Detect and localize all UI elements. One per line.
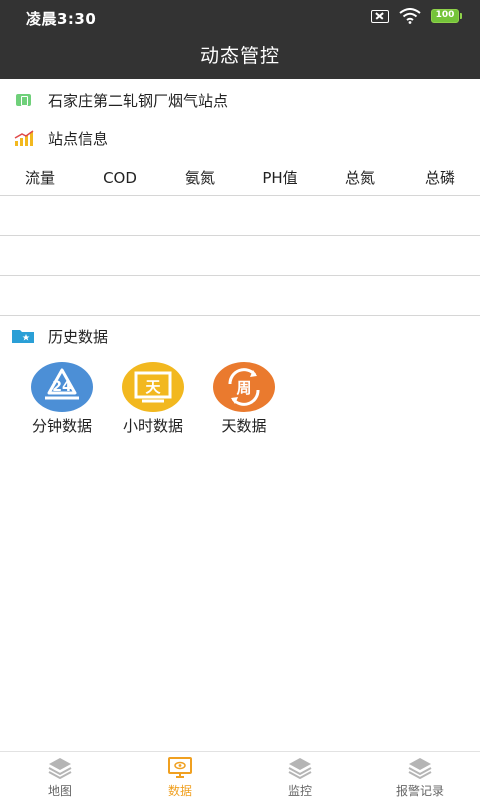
metric-header-flow: 流量 (24, 169, 55, 187)
layers-icon (408, 758, 432, 779)
status-icons: 100 (371, 8, 462, 24)
history-row: 历史数据 (0, 320, 480, 352)
monitor-icon (168, 757, 192, 778)
station-name: 石家庄第二轧钢厂烟气站点 (48, 91, 229, 110)
layers-icon (48, 758, 72, 779)
table-divider (0, 275, 480, 276)
day-data-glyph: 周 (236, 379, 251, 397)
nav-label-monitor: 监控 (287, 784, 312, 798)
folder-icon (12, 330, 34, 343)
history-buttons: 24 分钟数据 天 小时数据 周 天数据 (18, 362, 291, 436)
status-time: 凌晨3:30 (26, 10, 97, 28)
day-data-icon: 周 (213, 362, 275, 412)
battery-tip (460, 13, 462, 19)
nav-item-alarm-records[interactable]: 报警记录 (360, 752, 480, 800)
nav-item-data[interactable]: 数据 (120, 752, 240, 800)
day-data-label: 天数据 (221, 417, 267, 435)
nav-label-data: 数据 (167, 784, 192, 798)
metric-header-total-nitrogen: 总氮 (344, 169, 375, 187)
nav-item-monitor[interactable]: 监控 (240, 752, 360, 800)
table-divider (0, 195, 480, 196)
app-bar: 动态管控 (0, 34, 480, 79)
minute-data-glyph: 24 (52, 379, 72, 395)
day-data-button[interactable]: 周 天数据 (200, 362, 288, 436)
minute-data-icon: 24 (31, 362, 93, 412)
hour-data-icon: 天 (122, 362, 184, 412)
battery-level: 100 (431, 9, 459, 23)
hour-data-glyph: 天 (145, 378, 161, 396)
metrics-header: 流量 COD 氨氮 PH值 总氮 总磷 (0, 162, 480, 194)
metric-header-total-phosphorus: 总磷 (424, 169, 455, 187)
table-divider (0, 315, 480, 316)
bottom-nav: 地图 数据 监控 报警记录 (0, 751, 480, 800)
minute-data-button[interactable]: 24 分钟数据 (18, 362, 106, 436)
nav-item-map[interactable]: 地图 (0, 752, 120, 800)
battery-indicator: 100 (431, 9, 462, 23)
bar-chart-icon (14, 130, 34, 146)
status-bar: 凌晨3:30 100 (0, 0, 480, 34)
station-info-label: 站点信息 (48, 129, 109, 148)
wifi-icon (399, 8, 421, 24)
metric-header-cod: COD (103, 169, 137, 187)
history-label: 历史数据 (48, 327, 109, 346)
nav-label-alarm-records: 报警记录 (395, 784, 444, 798)
minute-data-label: 分钟数据 (31, 417, 92, 435)
metric-header-ph: PH值 (262, 169, 298, 187)
table-divider (0, 235, 480, 236)
layers-icon (288, 758, 312, 779)
no-sim-icon (371, 9, 389, 23)
station-row[interactable]: 石家庄第二轧钢厂烟气站点 (0, 84, 480, 116)
hour-data-button[interactable]: 天 小时数据 (109, 362, 197, 436)
station-icon (16, 94, 31, 106)
metric-header-ammonia: 氨氮 (184, 169, 215, 187)
station-info-row: 站点信息 (0, 122, 480, 154)
nav-label-map: 地图 (47, 784, 72, 798)
page-title: 动态管控 (199, 45, 280, 67)
hour-data-label: 小时数据 (122, 417, 183, 435)
